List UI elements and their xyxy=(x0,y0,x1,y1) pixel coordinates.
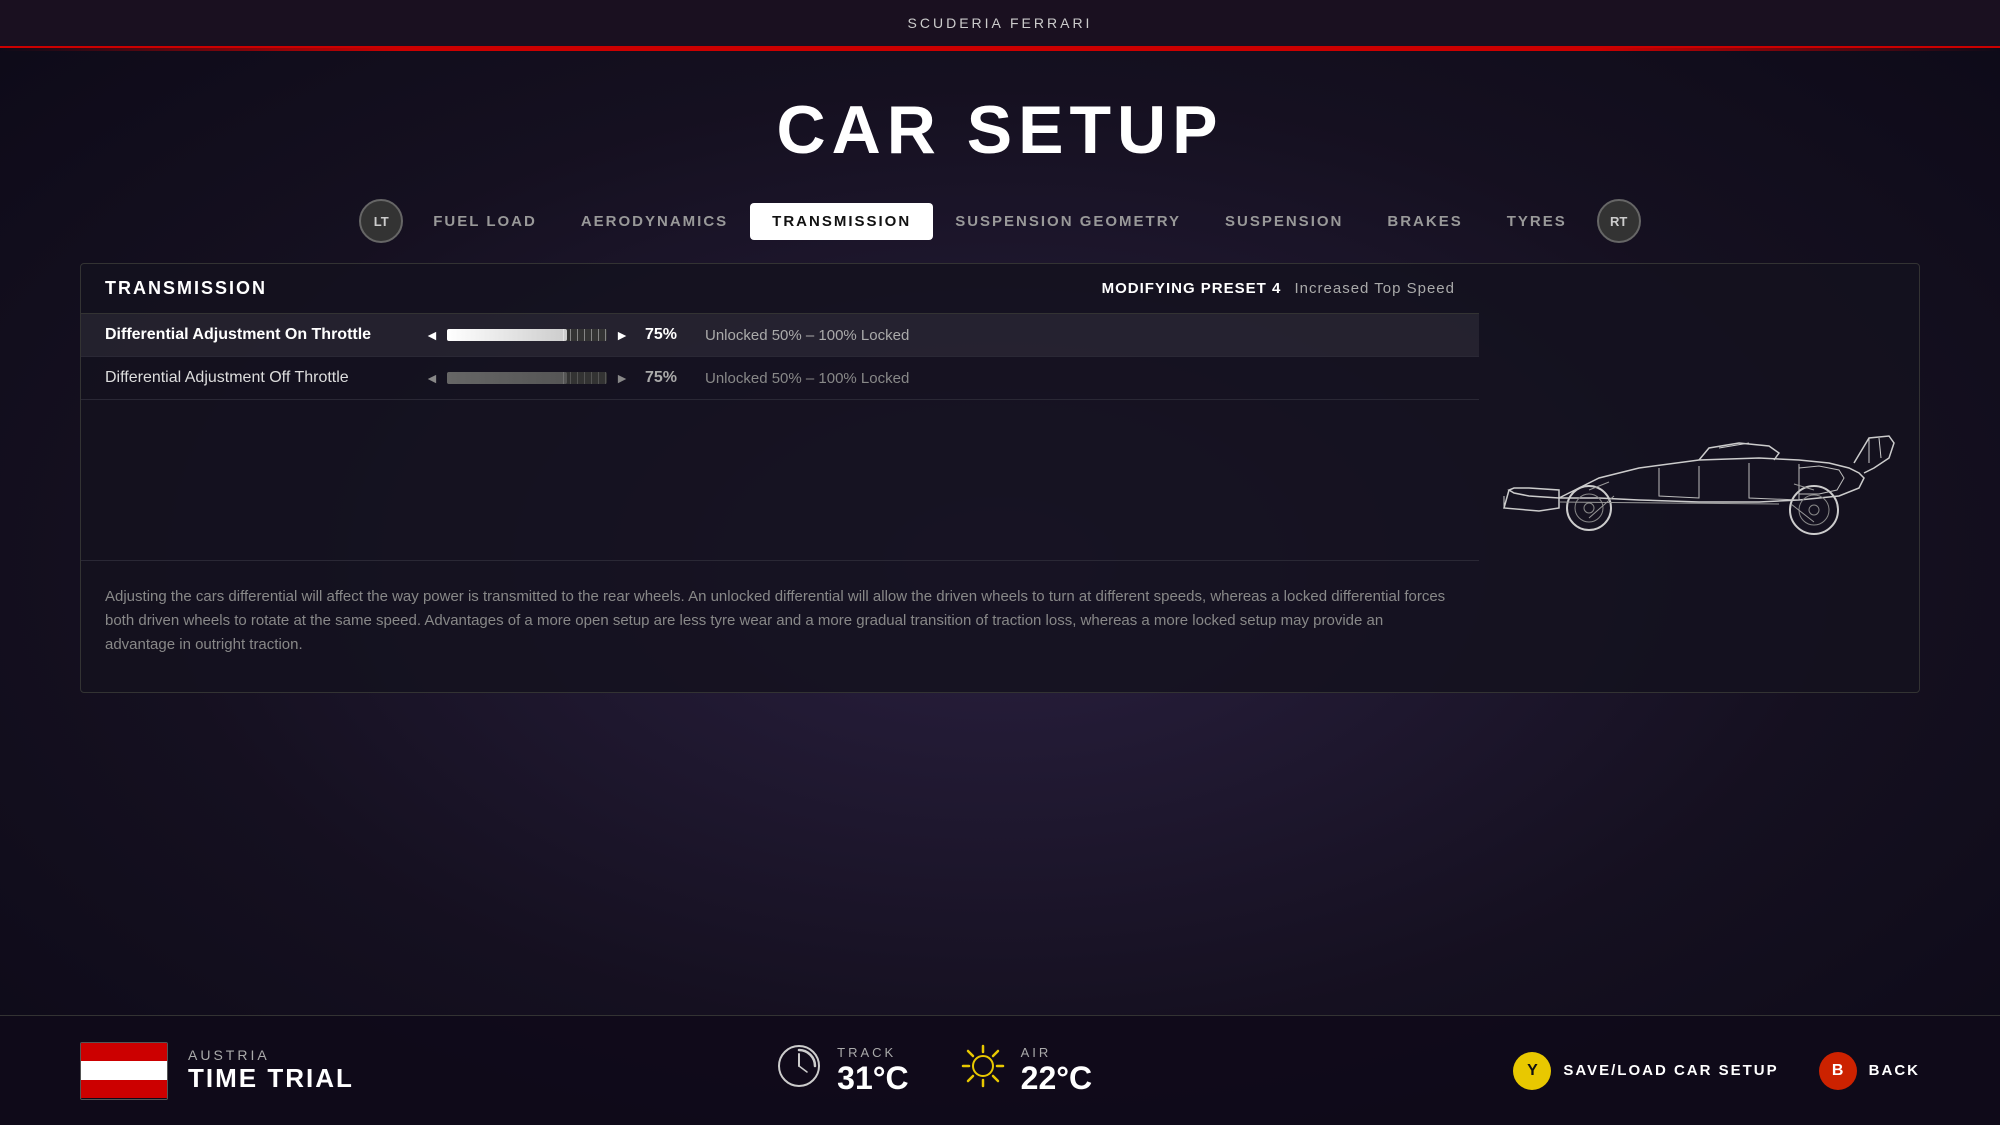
country-name: AUSTRIA xyxy=(188,1047,354,1063)
page-title: CAR SETUP xyxy=(0,91,2000,169)
austria-flag xyxy=(80,1042,168,1100)
page-title-container: CAR SETUP xyxy=(0,51,2000,199)
setting-controls-diff-off-throttle: ◄ ► 75% xyxy=(425,369,685,387)
tab-suspension[interactable]: SUSPENSION xyxy=(1203,203,1365,240)
left-trigger-button[interactable]: LT xyxy=(359,199,403,243)
progress-bar-diff-off-throttle xyxy=(447,372,607,384)
arrow-right-diff-on-throttle[interactable]: ► xyxy=(615,327,629,343)
flag-stripe-middle xyxy=(81,1061,167,1080)
location-info: AUSTRIA TIME TRIAL xyxy=(80,1042,354,1100)
right-trigger-button[interactable]: RT xyxy=(1597,199,1641,243)
tab-fuel-load[interactable]: FUEL LOAD xyxy=(411,203,559,240)
tab-aerodynamics[interactable]: AERODYNAMICS xyxy=(559,203,750,240)
section-header: TRANSMISSION MODIFYING PRESET 4 Increase… xyxy=(81,264,1479,314)
f1-car-image xyxy=(1499,378,1899,578)
track-icon xyxy=(775,1042,823,1099)
description-text: Adjusting the cars differential will aff… xyxy=(81,560,1479,677)
arrow-right-diff-off-throttle[interactable]: ► xyxy=(615,370,629,386)
location-text: AUSTRIA TIME TRIAL xyxy=(188,1047,354,1094)
progress-bar-diff-on-throttle xyxy=(447,329,607,341)
content-area: TRANSMISSION MODIFYING PRESET 4 Increase… xyxy=(80,263,1920,693)
nav-tabs: LT FUEL LOAD AERODYNAMICS TRANSMISSION S… xyxy=(0,199,2000,243)
track-temp-item: TRACK 31°C xyxy=(775,1042,909,1099)
arrow-left-diff-on-throttle[interactable]: ◄ xyxy=(425,327,439,343)
track-temp-data: TRACK 31°C xyxy=(837,1045,909,1097)
setting-desc-diff-off-throttle: Unlocked 50% – 100% Locked xyxy=(705,370,1455,387)
left-panel: TRANSMISSION MODIFYING PRESET 4 Increase… xyxy=(81,264,1479,692)
y-button-icon: Y xyxy=(1513,1052,1551,1090)
air-temp-data: AIR 22°C xyxy=(1021,1045,1093,1097)
tab-tyres[interactable]: TYRES xyxy=(1485,203,1589,240)
arrow-left-diff-off-throttle[interactable]: ◄ xyxy=(425,370,439,386)
tab-brakes[interactable]: BRAKES xyxy=(1365,203,1484,240)
air-temp-item: AIR 22°C xyxy=(959,1042,1093,1099)
save-load-label: SAVE/LOAD CAR SETUP xyxy=(1563,1062,1778,1079)
back-label: BACK xyxy=(1869,1062,1920,1079)
progress-percent-diff-off-throttle: 75% xyxy=(645,369,685,387)
flag-stripe-top xyxy=(81,1043,167,1061)
team-name: SCUDERIA FERRARI xyxy=(908,15,1093,31)
progress-fill-diff-on-throttle xyxy=(447,329,567,341)
track-temp-value: 31°C xyxy=(837,1060,909,1097)
top-bar: SCUDERIA FERRARI xyxy=(0,0,2000,48)
save-load-button[interactable]: Y SAVE/LOAD CAR SETUP xyxy=(1513,1052,1778,1090)
progress-percent-diff-on-throttle: 75% xyxy=(645,326,685,344)
progress-fill-diff-off-throttle xyxy=(447,372,567,384)
weather-info: TRACK 31°C AIR xyxy=(775,1042,1092,1099)
preset-number: 4 xyxy=(1272,280,1287,297)
b-button-icon: B xyxy=(1819,1052,1857,1090)
setting-row-diff-off-throttle[interactable]: Differential Adjustment Off Throttle ◄ ►… xyxy=(81,357,1479,400)
bottom-buttons: Y SAVE/LOAD CAR SETUP B BACK xyxy=(1513,1052,1920,1090)
progress-stripes-diff-off-throttle xyxy=(557,372,607,384)
setting-name-diff-off-throttle: Differential Adjustment Off Throttle xyxy=(105,369,425,387)
progress-stripes-diff-on-throttle xyxy=(557,329,607,341)
preset-label: MODIFYING PRESET xyxy=(1102,280,1267,297)
f1-car-svg xyxy=(1499,378,1899,578)
setting-controls-diff-on-throttle: ◄ ► 75% xyxy=(425,326,685,344)
air-label: AIR xyxy=(1021,1045,1093,1060)
preset-name: Increased Top Speed xyxy=(1295,280,1456,297)
track-temp-icon-svg xyxy=(775,1042,823,1090)
event-type: TIME TRIAL xyxy=(188,1063,354,1094)
tab-suspension-geometry[interactable]: SUSPENSION GEOMETRY xyxy=(933,203,1203,240)
sun-icon-svg xyxy=(959,1042,1007,1090)
section-title: TRANSMISSION xyxy=(105,278,267,299)
right-panel xyxy=(1479,264,1919,692)
bottom-bar: AUSTRIA TIME TRIAL TRACK 31°C xyxy=(0,1015,2000,1125)
preset-info: MODIFYING PRESET 4 Increased Top Speed xyxy=(1102,280,1455,297)
track-label: TRACK xyxy=(837,1045,909,1060)
spacer xyxy=(81,400,1479,560)
flag-stripe-bottom xyxy=(81,1080,167,1098)
setting-row-diff-on-throttle[interactable]: Differential Adjustment On Throttle ◄ ► … xyxy=(81,314,1479,357)
setting-name-diff-on-throttle: Differential Adjustment On Throttle xyxy=(105,326,425,344)
air-temp-value: 22°C xyxy=(1021,1060,1093,1097)
back-button[interactable]: B BACK xyxy=(1819,1052,1920,1090)
sun-icon xyxy=(959,1042,1007,1099)
setting-desc-diff-on-throttle: Unlocked 50% – 100% Locked xyxy=(705,327,1455,344)
tab-transmission[interactable]: TRANSMISSION xyxy=(750,203,933,240)
